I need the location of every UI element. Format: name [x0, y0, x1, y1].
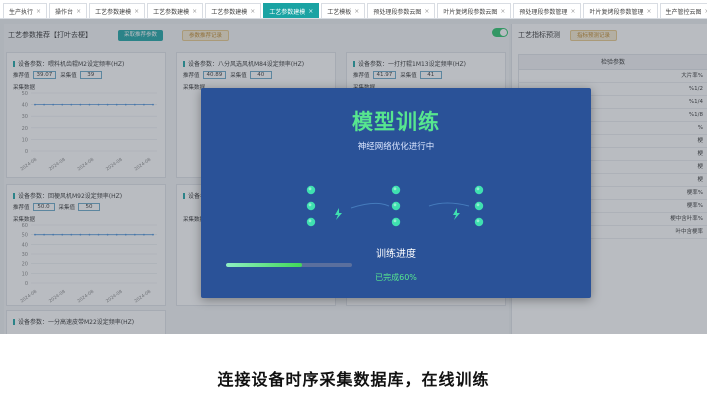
tab-label: 叶片复烤段参数云图: [443, 8, 498, 16]
tab-10[interactable]: 叶片复烤段参数管理 ×: [583, 3, 658, 18]
tab-0[interactable]: 生产执行 ×: [3, 3, 48, 18]
tab-5[interactable]: 工艺参数建模 ×: [263, 3, 320, 18]
figure-caption: 连接设备时序采集数据库，在线训练: [217, 370, 490, 389]
tab-label: 操作台: [55, 8, 74, 16]
tab-close-icon[interactable]: ×: [134, 8, 139, 15]
tab-2[interactable]: 工艺参数建模 ×: [89, 3, 146, 18]
progress-fill: [226, 263, 302, 267]
neuron-node: [474, 217, 484, 227]
tab-label: 预处理段参数管理: [519, 8, 568, 16]
tab-close-icon[interactable]: ×: [36, 8, 41, 15]
tab-11[interactable]: 生产管控云图×: [659, 3, 707, 18]
tab-close-icon[interactable]: ×: [424, 8, 429, 15]
tab-label: 工艺模板: [327, 8, 352, 16]
neuron-highlight: [308, 203, 312, 207]
connection-line: [428, 202, 470, 207]
tab-close-icon[interactable]: ×: [250, 8, 255, 15]
neuron-highlight: [393, 219, 397, 223]
neuron-highlight: [476, 219, 480, 223]
tab-close-icon[interactable]: ×: [646, 8, 651, 15]
modal-title: 模型训练: [352, 110, 440, 134]
tab-close-icon[interactable]: ×: [308, 8, 313, 15]
neuron-node: [474, 185, 484, 195]
tab-close-icon[interactable]: ×: [500, 8, 505, 15]
neural-network-graphic: [306, 185, 484, 227]
neuron-node: [306, 201, 316, 211]
neuron-node: [391, 185, 401, 195]
neuron-highlight: [308, 187, 312, 191]
progress-label: 训练进度: [376, 249, 416, 260]
tab-1[interactable]: 操作台 ×: [49, 3, 88, 18]
tab-close-icon[interactable]: ×: [192, 8, 197, 15]
tab-label: 叶片复烤段参数管理: [589, 8, 644, 16]
tab-8[interactable]: 叶片复烤段参数云图 ×: [437, 3, 512, 18]
lightning-icon: [453, 208, 460, 220]
neuron-highlight: [393, 187, 397, 191]
tab-close-icon[interactable]: ×: [570, 8, 575, 15]
progress-text: 已完成60%: [375, 273, 417, 282]
tab-label: 生产管控云图: [665, 8, 702, 16]
tab-label: 预处理段参数云图: [373, 8, 422, 16]
neuron-node: [391, 201, 401, 211]
neuron-node: [391, 217, 401, 227]
neuron-highlight: [476, 203, 480, 207]
modal-subtitle: 神经网络优化进行中: [357, 142, 435, 152]
tab-label: 工艺参数建模: [211, 8, 248, 16]
tab-4[interactable]: 工艺参数建模 ×: [205, 3, 262, 18]
neuron-node: [474, 201, 484, 211]
tab-bar: 生产执行 × 操作台 × 工艺参数建模 × 工艺参数建模 × 工艺参数建模 × 工艺参数建模 × 工艺模…: [0, 0, 707, 19]
tab-3[interactable]: 工艺参数建模 ×: [147, 3, 204, 18]
tab-label: 工艺参数建模: [95, 8, 132, 16]
neuron-node: [306, 217, 316, 227]
tab-9[interactable]: 预处理段参数管理 ×: [513, 3, 582, 18]
training-modal: 模型训练 神经网络优化进行中 训练进度 已完成60%: [201, 88, 591, 298]
progress-track: [226, 263, 352, 267]
tab-close-icon[interactable]: ×: [76, 8, 81, 15]
tab-label: 生产执行: [9, 8, 34, 16]
tab-7[interactable]: 预处理段参数云图 ×: [367, 3, 436, 18]
neuron-highlight: [393, 203, 397, 207]
neuron-node: [306, 185, 316, 195]
app-window: 生产执行 × 操作台 × 工艺参数建模 × 工艺参数建模 × 工艺参数建模 × 工艺参数建模 × 工艺模…: [0, 0, 707, 334]
neuron-highlight: [476, 187, 480, 191]
connection-line: [350, 202, 390, 209]
tab-close-icon[interactable]: ×: [354, 8, 359, 15]
tab-label: 工艺参数建模: [269, 8, 306, 16]
lightning-icon: [335, 208, 342, 220]
neuron-highlight: [308, 219, 312, 223]
tab-6[interactable]: 工艺模板 ×: [321, 3, 366, 18]
tab-label: 工艺参数建模: [153, 8, 190, 16]
